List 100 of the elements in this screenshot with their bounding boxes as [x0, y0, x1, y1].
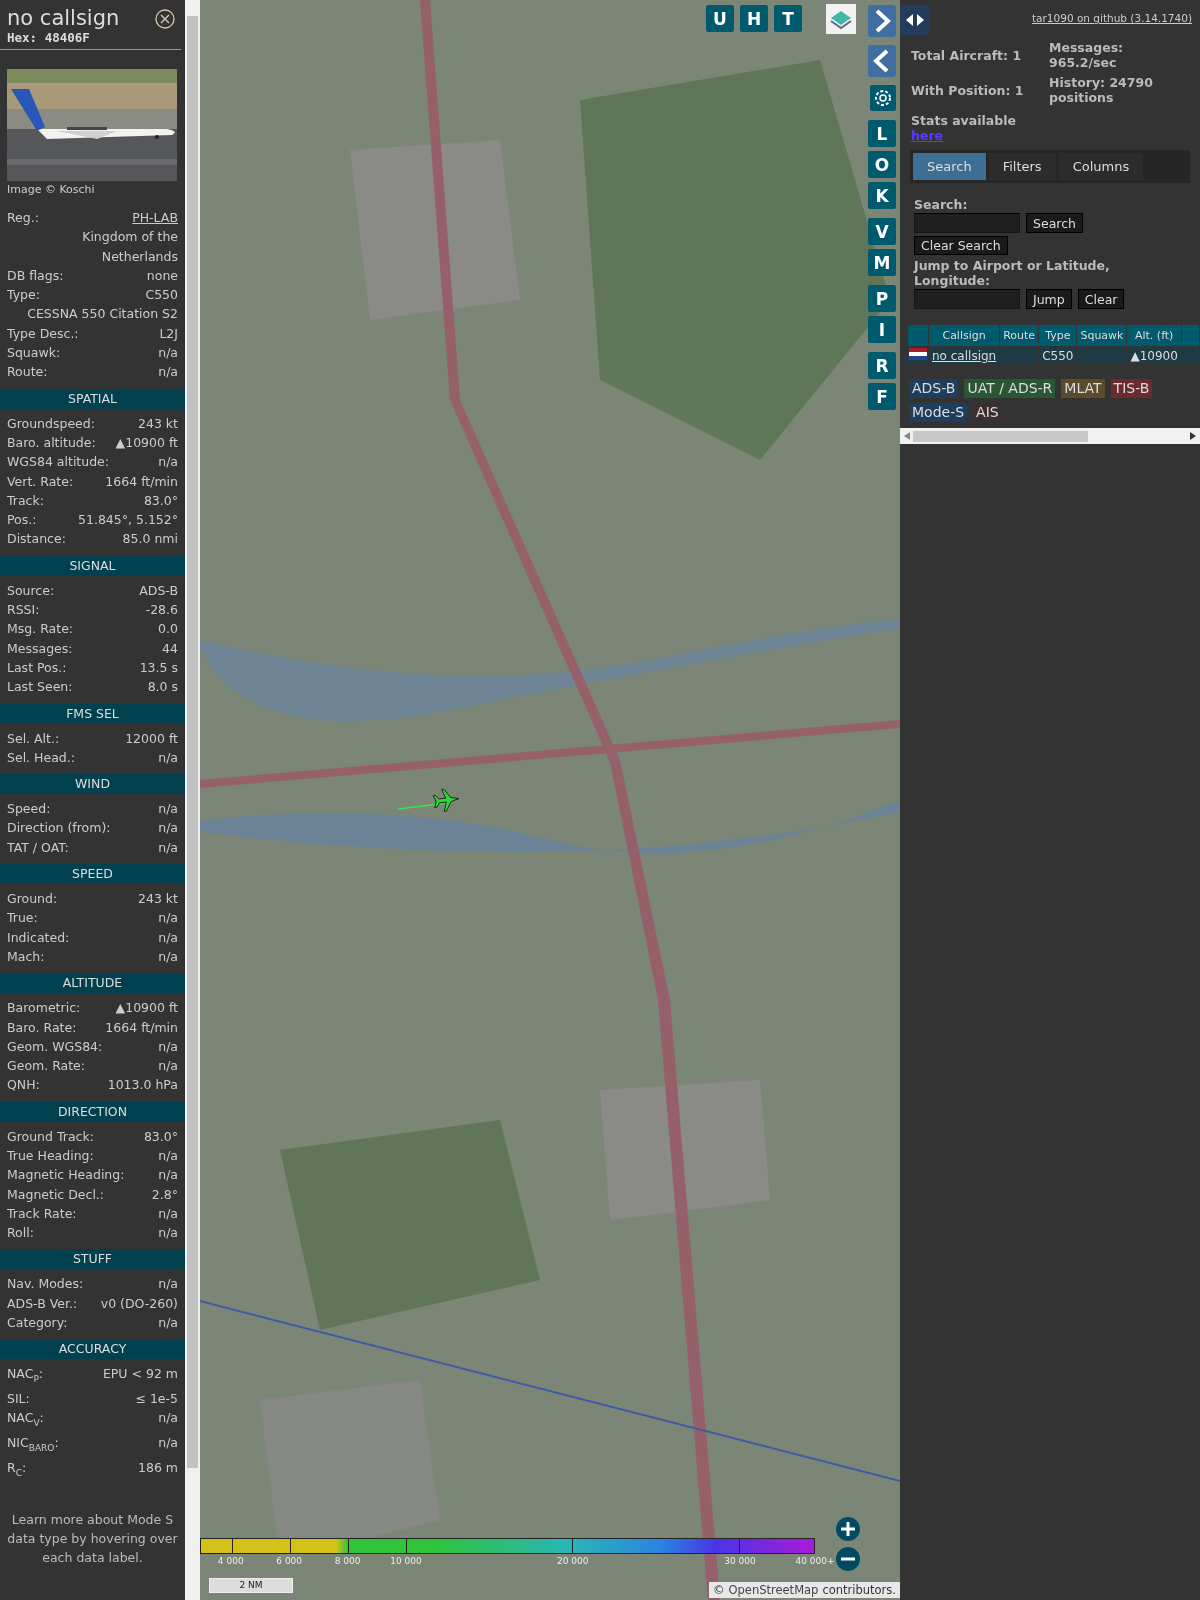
hex-code: Hex: 48406F: [7, 30, 91, 45]
column-header[interactable]: Callsign: [929, 325, 1000, 346]
photo-credit: Image © Koschi: [6, 182, 96, 196]
source-tag: TIS-B: [1110, 379, 1153, 398]
jump-button[interactable]: Jump: [1026, 289, 1072, 309]
field-label: True:: [7, 909, 38, 928]
tab[interactable]: Filters: [988, 153, 1056, 180]
tab[interactable]: Columns: [1058, 153, 1144, 180]
field-value: C550: [145, 286, 178, 305]
section-header: DIRECTION: [0, 1101, 185, 1122]
field-label: Mach:: [7, 947, 45, 966]
map-button[interactable]: R: [868, 352, 896, 379]
field-label: Type:: [7, 286, 40, 305]
map-button[interactable]: T: [774, 5, 802, 32]
map-button[interactable]: F: [868, 383, 896, 410]
field-label: Track:: [7, 491, 44, 510]
field-value: n/a: [158, 363, 178, 382]
field-value: 2.8°: [151, 1185, 178, 1204]
stat-text: History: 24790 positions: [1049, 75, 1154, 105]
field-value: CESSNA 550 Citation S2: [27, 305, 178, 324]
field-label: Baro. altitude:: [7, 433, 96, 452]
field-value: 186 m: [138, 1459, 178, 1478]
table-cell: ▲10900: [1127, 347, 1181, 364]
section-header: WIND: [0, 774, 185, 795]
scale-label: 30 000: [724, 1556, 756, 1566]
section-header: SPEED: [0, 864, 185, 884]
field-label: Pos.:: [7, 511, 37, 530]
registration-link[interactable]: PH-LAB: [132, 208, 178, 228]
field-label: ADS-B Ver.:: [7, 1294, 78, 1313]
field-value: 12000 ft: [125, 729, 178, 748]
field-label: Magnetic Heading:: [7, 1166, 125, 1185]
field-value: 1664 ft/min: [105, 472, 178, 491]
map-button[interactable]: L: [868, 120, 896, 147]
field-label: Distance:: [7, 530, 66, 549]
map-button[interactable]: H: [740, 5, 768, 32]
table-cell: C550: [1039, 347, 1077, 364]
field-value: n/a: [158, 1057, 178, 1076]
field-value: n/a: [158, 344, 178, 363]
column-header[interactable]: Type: [1039, 325, 1077, 346]
attribution-link[interactable]: OpenStreetMap: [728, 1583, 819, 1597]
column-header[interactable]: Route: [1000, 325, 1039, 346]
map-button[interactable]: V: [868, 218, 896, 245]
map-button[interactable]: P: [868, 285, 896, 312]
column-header[interactable]: Squawk: [1077, 325, 1127, 346]
field-label: R$_{C}$:: [7, 1459, 27, 1480]
field-value: n/a: [158, 1224, 178, 1243]
field-label: Geom. Rate:: [7, 1057, 86, 1076]
field-value: 83.0°: [143, 1127, 178, 1146]
field-value: n/a: [158, 800, 178, 819]
field-label: Category:: [7, 1314, 68, 1333]
clear-search-button[interactable]: Clear Search: [914, 236, 1008, 255]
field-label: Geom. WGS84:: [7, 1037, 103, 1056]
source-tag: ADS-B: [909, 379, 959, 398]
column-header[interactable]: Alt. (ft): [1127, 325, 1181, 346]
field-label: Last Seen:: [7, 678, 73, 697]
field-value: 13.5 s: [139, 658, 178, 677]
field-value: L2J: [159, 324, 178, 343]
help-text: Learn more about Mode S data type by hovering over each data label.: [6, 1510, 179, 1567]
field-label: TAT / OAT:: [7, 838, 69, 857]
field-label: Barometric:: [7, 999, 81, 1018]
map-button[interactable]: K: [868, 182, 896, 209]
field-value: n/a: [158, 819, 178, 838]
source-tag: Mode-S: [909, 403, 968, 422]
field-label: Last Pos.:: [7, 658, 67, 677]
field-label: Ground:: [7, 890, 58, 908]
field-label: Source:: [7, 581, 55, 600]
scale-label: 6 000: [276, 1556, 303, 1566]
field-label: Route:: [7, 363, 48, 382]
field-value: 51.845°, 5.152°: [78, 511, 178, 530]
map-button[interactable]: M: [868, 249, 896, 276]
tab[interactable]: Search: [913, 153, 986, 180]
source-tag: AIS: [973, 403, 1002, 422]
field-label: Speed:: [7, 800, 51, 819]
field-value: 83.0°: [143, 491, 178, 510]
map-button[interactable]: I: [868, 316, 896, 343]
field-value: n/a: [158, 838, 178, 857]
field-label: Magnetic Decl.:: [7, 1185, 105, 1204]
map-button[interactable]: O: [868, 151, 896, 178]
field-label: NAC$_{P}$:: [7, 1365, 44, 1386]
search-button[interactable]: Search: [1026, 213, 1083, 233]
field-label: NAC$_{V}$:: [7, 1409, 44, 1430]
field-value: EPU < 92 m: [102, 1365, 178, 1384]
field-value: n/a: [158, 1275, 178, 1294]
field-label: True Heading:: [7, 1147, 94, 1165]
field-label: Nav. Modes:: [7, 1275, 84, 1294]
field-label: Messages:: [7, 639, 73, 658]
section-header: ACCURACY: [0, 1339, 185, 1360]
clear-button[interactable]: Clear: [1077, 289, 1125, 309]
field-label: QNH:: [7, 1076, 40, 1095]
field-value: ≤ 1e-5: [135, 1390, 178, 1409]
field-value: 1664 ft/min: [105, 1018, 178, 1037]
scale-label: 40 000+: [795, 1556, 835, 1566]
field-label: Type Desc.:: [7, 324, 79, 343]
field-label: Msg. Rate:: [7, 620, 74, 639]
field-label: Direction (from):: [7, 819, 111, 838]
github-link[interactable]: tar1090 on github (3.14.1740): [1032, 12, 1192, 24]
callsign-link[interactable]: no callsign: [932, 348, 997, 363]
map-button[interactable]: U: [706, 5, 734, 32]
field-value: 243 kt: [138, 890, 178, 908]
section-header: SIGNAL: [0, 555, 185, 576]
